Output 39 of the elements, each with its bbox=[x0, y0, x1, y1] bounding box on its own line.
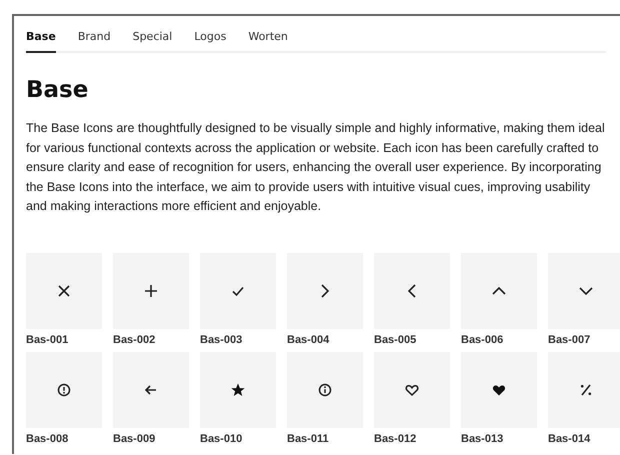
icon-code: Bas-011 bbox=[287, 432, 330, 444]
icon-tile[interactable] bbox=[200, 352, 276, 428]
page-heading: Base bbox=[26, 77, 90, 103]
icon-code: Bas-010 bbox=[200, 432, 244, 444]
icon-tile[interactable] bbox=[287, 252, 363, 328]
icon-tile[interactable] bbox=[113, 252, 189, 328]
icon-code: Bas-007 bbox=[548, 334, 592, 346]
tab[interactable]: Brand bbox=[78, 24, 111, 53]
icon-code: Bas-004 bbox=[287, 334, 330, 346]
description: The Base Icons are thoughtfully designed to be visually simple and highly informative, making them ideal for various functional contexts across the application or website. Each icon has been carefully crafted to ensure clarity and ease of recognition for users, enhancing the overall user experience. By incorporating the Base Icons into the interface, we aim to provide users with intuitive visual cues, improving usability and making interactions more efficient and enjoyable. bbox=[26, 120, 606, 215]
chevron-right-icon bbox=[321, 284, 329, 298]
chevron-left-icon bbox=[408, 284, 416, 298]
tab[interactable]: Base bbox=[26, 24, 56, 53]
icon-code: Bas-009 bbox=[113, 432, 156, 444]
tab[interactable]: Worten bbox=[248, 24, 288, 53]
chevron-up-icon bbox=[492, 286, 506, 294]
icon-code: Bas-014 bbox=[548, 432, 592, 444]
icon-tile[interactable] bbox=[548, 252, 620, 328]
icon-code: Bas-012 bbox=[374, 432, 418, 444]
tab[interactable]: Special bbox=[132, 24, 172, 53]
icon-code: Bas-001 bbox=[26, 334, 70, 346]
icon-tile[interactable] bbox=[200, 252, 276, 328]
icon-code: Bas-003 bbox=[200, 334, 244, 346]
icon-code: Bas-008 bbox=[26, 432, 70, 444]
icon-tile[interactable] bbox=[374, 252, 450, 328]
chevron-down-icon bbox=[579, 286, 593, 294]
icon-tile[interactable] bbox=[461, 352, 537, 428]
icon-tile[interactable] bbox=[461, 252, 537, 328]
icon-tile[interactable] bbox=[374, 352, 450, 428]
icon-tile[interactable] bbox=[26, 352, 102, 428]
icon-tile[interactable] bbox=[287, 352, 363, 428]
icon-code: Bas-002 bbox=[113, 334, 156, 346]
icon-code: Bas-013 bbox=[461, 432, 504, 444]
tab[interactable]: Logos bbox=[194, 24, 226, 53]
icon-tile[interactable] bbox=[26, 252, 102, 328]
icon-tile[interactable] bbox=[548, 352, 620, 428]
icon-code: Bas-005 bbox=[374, 334, 418, 346]
icon-code: Bas-006 bbox=[461, 334, 504, 346]
icon-tile[interactable] bbox=[113, 352, 189, 428]
